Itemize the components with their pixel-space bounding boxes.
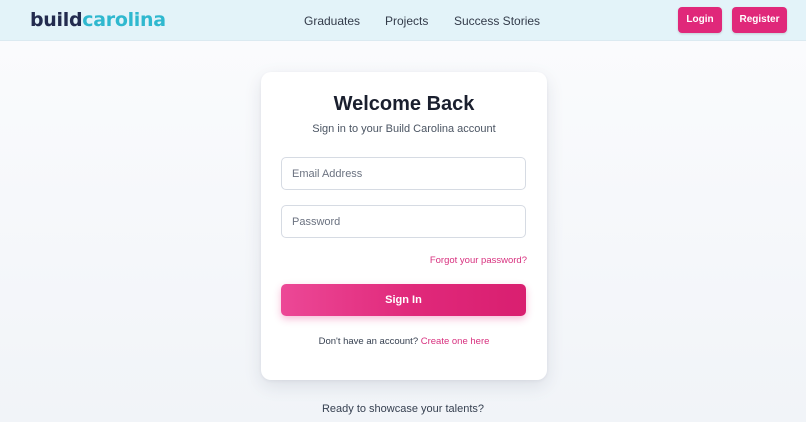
showcase-prompt: Ready to showcase your talents? xyxy=(321,403,485,415)
nav-link-success-stories[interactable]: Success Stories xyxy=(454,12,540,30)
sign-in-button[interactable]: Sign In xyxy=(281,284,526,316)
login-subtitle: Sign in to your Build Carolina account xyxy=(312,123,496,135)
nav-link-projects[interactable]: Projects xyxy=(385,12,428,30)
email-field[interactable] xyxy=(281,157,526,190)
signup-prompt: Don't have an account? Create one here xyxy=(261,336,547,348)
register-button[interactable]: Register xyxy=(732,7,787,33)
create-account-link[interactable]: Create one here xyxy=(421,336,490,347)
login-title: Welcome Back xyxy=(333,93,475,115)
nav-link-graduates[interactable]: Graduates xyxy=(304,12,360,30)
forgot-password-link[interactable]: Forgot your password? xyxy=(430,255,527,267)
login-button[interactable]: Login xyxy=(678,7,722,33)
login-card: Welcome Back Sign in to your Build Carol… xyxy=(261,72,547,380)
top-navigation-bar: buildcarolina Graduates Projects Success… xyxy=(0,0,806,41)
password-field[interactable] xyxy=(281,205,526,238)
no-account-text: Don't have an account? xyxy=(318,336,419,347)
